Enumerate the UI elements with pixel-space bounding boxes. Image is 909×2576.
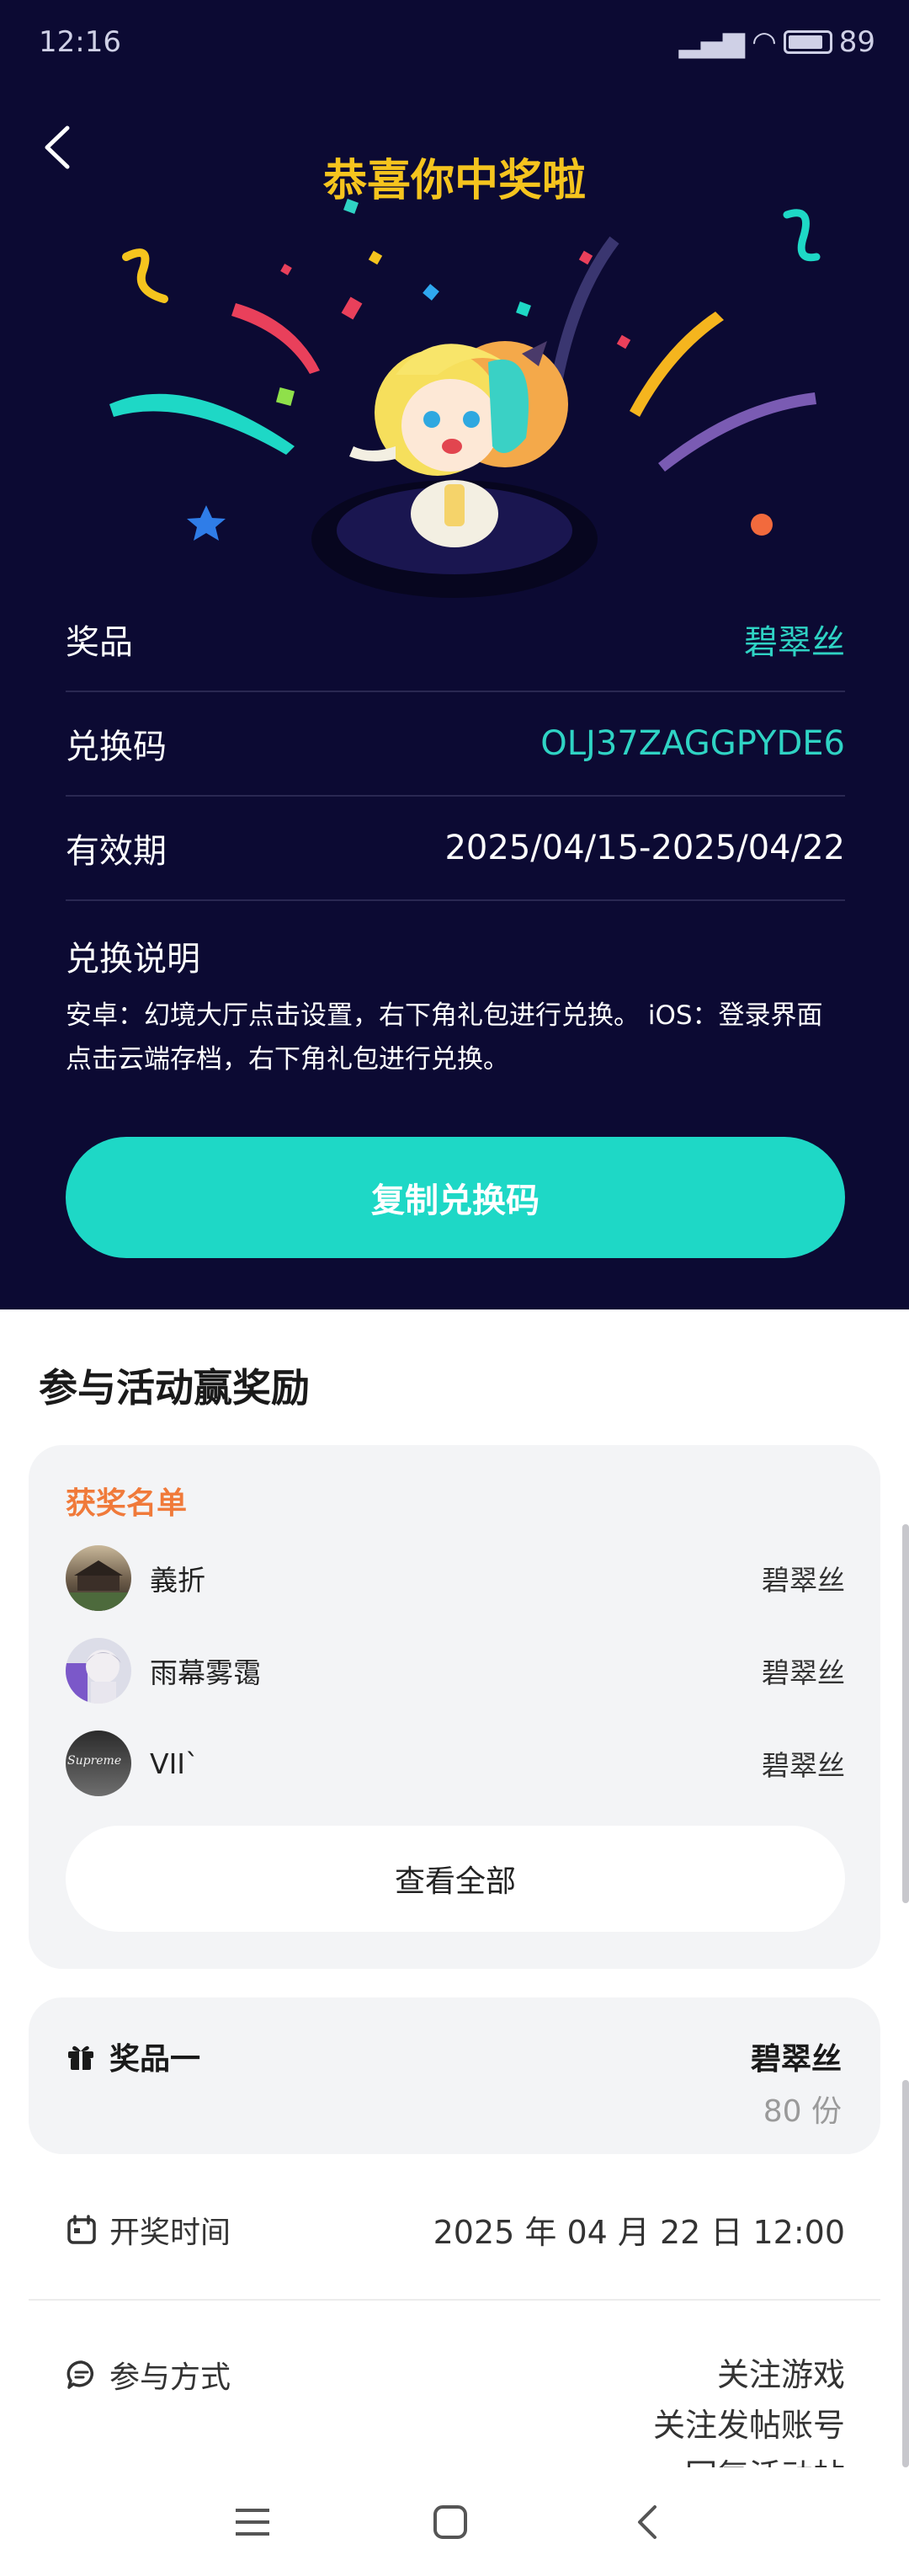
- winner-name: 雨幕雾霭: [150, 1656, 261, 1689]
- confetti: [341, 296, 363, 320]
- prize-card: 奖品一 碧翠丝 80 份: [29, 1997, 880, 2154]
- list-item[interactable]: Supreme VII` 碧翠丝: [66, 1730, 845, 1797]
- validity-row: 有效期 2025/04/15-2025/04/22: [66, 797, 845, 901]
- confetti: [616, 334, 631, 349]
- ribbon-yellow: [630, 312, 724, 417]
- validity-value: 2025/04/15-2025/04/22: [444, 829, 845, 867]
- view-all-button[interactable]: 查看全部: [66, 1826, 845, 1932]
- participation-label: 参与方式: [109, 2360, 231, 2395]
- prize-tier-label: 奖品一: [109, 2042, 201, 2077]
- dot-orange: [751, 514, 773, 536]
- menu-icon: [236, 2509, 269, 2536]
- code-label: 兑换码: [66, 728, 167, 766]
- calendar-icon: [67, 2214, 96, 2244]
- prize-tier: 奖品一: [66, 2035, 200, 2078]
- redeem-code[interactable]: OLJ37ZAGGPYDE6: [540, 724, 845, 763]
- winners-title: 获奖名单: [66, 1486, 188, 1521]
- home-icon: [433, 2505, 467, 2539]
- battery-icon: [783, 30, 832, 54]
- instructions-text: 安卓：幻境大厅点击设置，右下角礼包进行兑换。 iOS：登录界面点击云端存档，右下…: [66, 1000, 823, 1075]
- winner-name: VII`: [150, 1747, 199, 1780]
- confetti: [368, 250, 383, 265]
- activity-title: 参与活动赢奖励: [39, 1365, 310, 1411]
- system-nav-bar: [0, 2467, 909, 2576]
- winner-prize: 碧翠丝: [762, 1656, 845, 1689]
- signal-icon: ▂▄▆: [678, 25, 746, 59]
- validity-label: 有效期: [66, 832, 167, 871]
- winner-prize: 碧翠丝: [762, 1564, 845, 1597]
- confetti: [578, 250, 593, 265]
- avatar-text: Supreme: [67, 1754, 122, 1768]
- draw-time-label-group: 开奖时间: [66, 2206, 231, 2253]
- winner-prize: 碧翠丝: [762, 1749, 845, 1782]
- draw-time-label: 开奖时间: [109, 2215, 231, 2250]
- menu-button[interactable]: [219, 2493, 286, 2552]
- code-row: 兑换码 OLJ37ZAGGPYDE6: [66, 692, 845, 797]
- back-icon: [638, 2505, 656, 2539]
- battery-level: 89: [838, 25, 875, 59]
- way-item: 关注游戏: [716, 2356, 845, 2393]
- prize-label: 奖品: [66, 623, 133, 662]
- home-button[interactable]: [417, 2493, 484, 2552]
- ribbon-red: [231, 303, 320, 374]
- confetti: [423, 284, 439, 301]
- star: [187, 505, 226, 541]
- confetti: [280, 264, 292, 275]
- scrollbar[interactable]: [902, 1524, 909, 1903]
- prize-value: 碧翠丝: [744, 623, 845, 662]
- prize-hero: 12:16 ▂▄▆ ◠ 89 恭喜你中奖啦 奖品 碧翠丝 兑换码 OLJ37ZA…: [0, 0, 909, 1309]
- squiggle-yellow: [122, 248, 168, 303]
- list-item[interactable]: 雨幕雾霭 碧翠丝: [66, 1637, 845, 1704]
- prize-name: 碧翠丝: [750, 2042, 842, 2077]
- instructions-label: 兑换说明: [66, 940, 200, 979]
- avatar: [66, 1545, 131, 1611]
- prize-row: 奖品 碧翠丝: [66, 588, 845, 692]
- squiggle-teal: [783, 209, 821, 262]
- scrollbar[interactable]: [902, 2080, 909, 2467]
- status-bar: 12:16 ▂▄▆ ◠ 89: [0, 0, 909, 84]
- winner-name: 義折: [150, 1564, 205, 1597]
- divider: [29, 2299, 880, 2301]
- confetti: [275, 387, 295, 407]
- gift-icon: [68, 2045, 93, 2070]
- draw-time-row: 开奖时间 2025 年 04 月 22 日 12:00: [66, 2206, 845, 2253]
- draw-time-value: 2025 年 04 月 22 日 12:00: [433, 2214, 845, 2251]
- ribbon-teal: [109, 393, 295, 455]
- chat-icon: [66, 2360, 94, 2389]
- status-time: 12:16: [39, 25, 121, 59]
- avatar: [66, 1638, 131, 1704]
- confetti: [516, 301, 531, 317]
- nav-back-button[interactable]: [614, 2493, 682, 2552]
- list-item[interactable]: 義折 碧翠丝: [66, 1544, 845, 1612]
- participation-label-group: 参与方式: [66, 2353, 231, 2397]
- confetti: [343, 199, 359, 214]
- wifi-icon: ◠: [752, 25, 777, 59]
- avatar: Supreme: [66, 1731, 131, 1796]
- prize-count: 80 份: [763, 2094, 842, 2129]
- winners-card: 获奖名单 義折 碧翠丝 雨幕雾霭 碧翠丝 Supreme VII` 碧翠丝 查看…: [29, 1445, 880, 1969]
- ribbon-purple: [658, 392, 816, 472]
- celebration-illustration: [109, 199, 821, 598]
- copy-code-button[interactable]: 复制兑换码: [66, 1137, 845, 1258]
- status-icons: ▂▄▆ ◠ 89: [679, 25, 875, 59]
- way-item: 关注发帖账号: [652, 2407, 845, 2444]
